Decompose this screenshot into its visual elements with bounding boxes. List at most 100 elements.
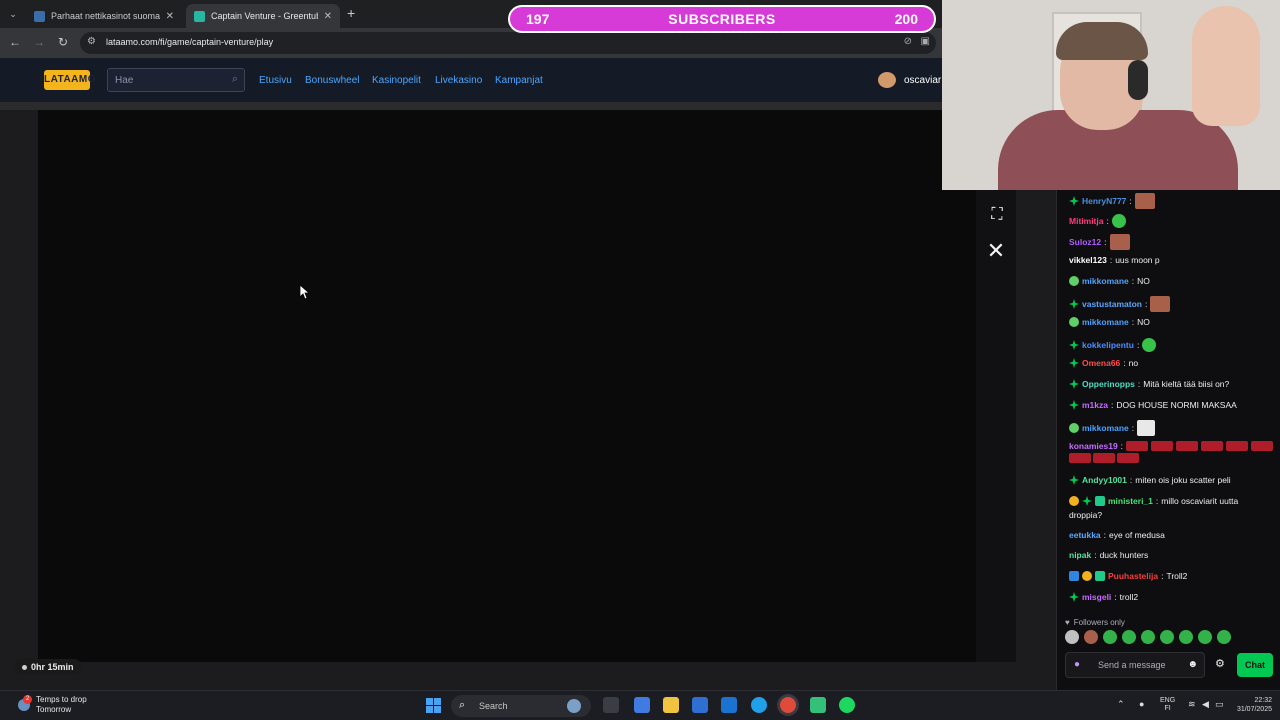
chat-badge-icon[interactable] [1069, 592, 1079, 602]
site-logo[interactable]: LATAAMO [44, 70, 96, 90]
chat-badge-icon[interactable] [1069, 196, 1079, 206]
chat-username[interactable]: konamies19 [1069, 441, 1118, 451]
chat-badge-icon[interactable] [1069, 358, 1079, 368]
chat-username[interactable]: Andyy1001 [1082, 475, 1127, 485]
chat-emote-icon[interactable] [1142, 338, 1157, 352]
tab-search-icon[interactable]: ⌄ [6, 7, 20, 21]
site-search-input[interactable]: Hae ⌕ [107, 68, 245, 92]
nav-kampanjat[interactable]: Kampanjat [495, 75, 543, 86]
chat-badge-icon[interactable] [1069, 340, 1079, 350]
chat-username[interactable]: m1kza [1082, 400, 1108, 410]
eye-off-icon[interactable]: ⊘ [904, 36, 912, 47]
chat-badge-icon[interactable] [1069, 423, 1079, 433]
spotify-icon[interactable] [839, 697, 855, 713]
emote-icon[interactable] [1122, 630, 1136, 644]
close-game-icon[interactable]: ✕ [986, 240, 1006, 262]
chat-username[interactable]: Omena66 [1082, 358, 1120, 368]
search-icon[interactable]: ⌕ [232, 73, 238, 86]
chat-username[interactable]: vastustamaton [1082, 299, 1142, 309]
volume-icon[interactable]: ◀ [1202, 699, 1209, 710]
chat-badge-icon[interactable] [1069, 400, 1079, 410]
copilot-icon[interactable] [634, 697, 650, 713]
chat-username[interactable]: mikkomane [1082, 423, 1129, 433]
nav-livekasino[interactable]: Livekasino [435, 75, 482, 86]
emoji-icon[interactable]: ☻ [1187, 659, 1198, 670]
emote-icon[interactable] [1198, 630, 1212, 644]
store-icon[interactable] [692, 697, 708, 713]
windows-start-icon[interactable] [426, 698, 441, 713]
chat-badge-icon[interactable] [1082, 571, 1092, 581]
translate-icon[interactable]: ▣ [921, 36, 930, 47]
nav-bonuswheel[interactable]: Bonuswheel [305, 75, 359, 86]
chat-username[interactable]: kokkelipentu [1082, 340, 1134, 350]
chat-badge-icon[interactable] [1069, 276, 1079, 286]
file-explorer-icon[interactable] [663, 697, 679, 713]
reload-icon[interactable]: ↻ [55, 35, 71, 49]
back-icon[interactable]: ← [7, 35, 23, 49]
user-menu[interactable]: oscaviar [878, 72, 941, 88]
microphone-tray-icon[interactable]: ● [1139, 699, 1144, 709]
chat-emote-icon[interactable] [1111, 214, 1126, 228]
chat-emote-icon[interactable] [1251, 441, 1274, 451]
input-language[interactable]: ENG FI [1160, 697, 1175, 713]
chat-emote-icon[interactable] [1137, 420, 1156, 436]
emote-icon[interactable] [1065, 630, 1079, 644]
chat-emote-icon[interactable] [1117, 453, 1139, 463]
emote-icon[interactable] [1217, 630, 1231, 644]
taskbar-clock[interactable]: 22:32 31/07/2025 [1228, 696, 1272, 714]
emote-icon[interactable] [1160, 630, 1174, 644]
chat-message-input[interactable]: ● Send a message ☻ [1065, 652, 1205, 678]
chat-badge-icon[interactable] [1069, 317, 1079, 327]
chat-emote-icon[interactable] [1150, 296, 1171, 312]
outlook-icon[interactable] [721, 697, 737, 713]
chat-username[interactable]: mikkomane [1082, 276, 1129, 286]
chat-badge-icon[interactable] [1095, 496, 1105, 506]
chat-username[interactable]: misgeli [1082, 592, 1111, 602]
game-frame[interactable] [38, 110, 976, 662]
gear-icon[interactable]: ⚙ [1215, 657, 1225, 670]
chat-badge-icon[interactable] [1069, 475, 1079, 485]
chat-badge-icon[interactable] [1069, 571, 1079, 581]
chat-send-button[interactable]: Chat [1237, 653, 1273, 677]
taskbar-search[interactable]: ⌕ Search [451, 695, 591, 717]
chat-badge-icon[interactable] [1095, 571, 1105, 581]
close-tab-icon[interactable]: ✕ [166, 11, 174, 22]
edge-icon[interactable] [751, 697, 767, 713]
chat-username[interactable]: HenryN777 [1082, 196, 1126, 206]
emote-icon[interactable] [1141, 630, 1155, 644]
chat-username[interactable]: Puuhastelija [1108, 571, 1158, 581]
nav-kasinopelit[interactable]: Kasinopelit [372, 75, 421, 86]
fullscreen-icon[interactable]: ⛶ [988, 206, 1006, 224]
nav-etusivu[interactable]: Etusivu [259, 75, 292, 86]
chat-username[interactable]: Suloz12 [1069, 237, 1101, 247]
chat-emote-icon[interactable] [1226, 441, 1249, 451]
chat-badge-icon[interactable] [1069, 496, 1079, 506]
chat-emote-icon[interactable] [1134, 193, 1155, 209]
forward-icon[interactable]: → [31, 35, 47, 49]
site-info-icon[interactable]: ⚙ [87, 36, 96, 47]
chrome-icon[interactable] [780, 697, 796, 713]
chat-username[interactable]: eetukka [1069, 530, 1101, 540]
chat-username[interactable]: nipak [1069, 550, 1091, 560]
chat-emote-icon[interactable] [1176, 441, 1199, 451]
microphone-icon[interactable]: ● [1074, 659, 1080, 670]
tray-overflow-icon[interactable]: ⌃ [1117, 699, 1125, 710]
battery-icon[interactable]: ▭ [1215, 699, 1224, 710]
chat-emote-icon[interactable] [1069, 453, 1091, 463]
chat-emote-icon[interactable] [1126, 441, 1149, 451]
address-bar[interactable]: ⚙ lataamo.com/fi/game/captain-venture/pl… [80, 32, 936, 54]
chat-username[interactable]: Opperinopps [1082, 379, 1135, 389]
app-icon[interactable] [810, 697, 826, 713]
new-tab-icon[interactable]: + [347, 5, 355, 21]
chat-badge-icon[interactable] [1069, 299, 1079, 309]
chat-emote-icon[interactable] [1201, 441, 1224, 451]
chat-badge-icon[interactable] [1082, 496, 1092, 506]
task-view-icon[interactable] [603, 697, 619, 713]
chat-username[interactable]: Mitimitja [1069, 216, 1103, 226]
chat-username[interactable]: vikkel123 [1069, 255, 1107, 265]
chat-username[interactable]: mikkomane [1082, 317, 1129, 327]
emote-icon[interactable] [1103, 630, 1117, 644]
chat-emote-icon[interactable] [1093, 453, 1115, 463]
weather-widget[interactable]: 2 Temps to drop Tomorrow [18, 695, 87, 715]
emote-icon[interactable] [1084, 630, 1098, 644]
